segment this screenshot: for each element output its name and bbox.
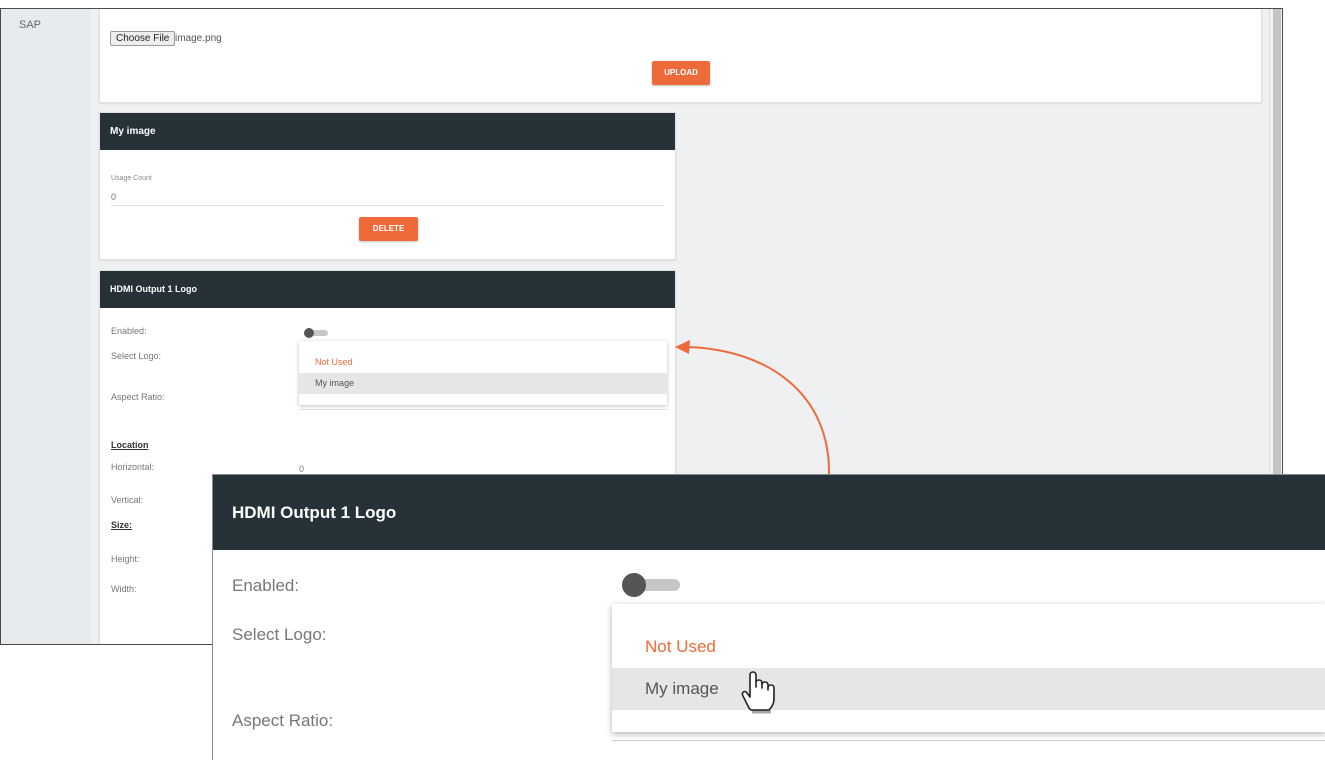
zoom-title: HDMI Output 1 Logo [213,475,1325,550]
choose-file-button[interactable]: Choose File [110,31,176,46]
my-image-title: My image [100,113,675,150]
enabled-label: Enabled: [111,326,147,336]
zoom-option-my-image[interactable]: My image [612,668,1325,710]
zoom-select-logo-dropdown[interactable]: Not Used My image [612,604,1325,732]
my-image-card: My image Usage Count 0 DELETE [99,112,676,260]
width-label: Width: [111,584,137,594]
zoom-enabled-toggle[interactable] [622,573,682,597]
select-logo-dropdown[interactable]: Not Used My image [299,341,667,405]
vertical-label: Vertical: [111,495,144,505]
zoom-panel: HDMI Output 1 Logo Enabled: Select Logo:… [212,474,1325,760]
usage-count-label: Usage Count [111,175,152,182]
upload-button[interactable]: UPLOAD [652,61,710,85]
hdmi-logo-title: HDMI Output 1 Logo [100,271,675,308]
usage-divider [111,205,664,206]
upload-card: Choose File image.png UPLOAD [99,9,1262,103]
select-logo-label: Select Logo: [111,351,162,361]
zoom-aspect-ratio-label: Aspect Ratio: [232,711,334,730]
zoom-toggle-knob [622,573,646,597]
height-label: Height: [111,554,140,564]
size-heading: Size: [111,520,133,530]
option-my-image[interactable]: My image [299,373,667,394]
enabled-toggle[interactable] [304,328,328,338]
zoom-select-logo-label: Select Logo: [232,625,327,644]
zoom-option-not-used[interactable]: Not Used [612,626,1325,668]
option-not-used[interactable]: Not Used [299,352,667,373]
aspect-ratio-label: Aspect Ratio: [111,392,165,402]
file-name: image.png [175,33,222,44]
usage-count-value: 0 [111,192,117,202]
location-heading: Location [111,440,149,450]
zoom-aspect-ratio-underline [612,740,1325,741]
toggle-knob [304,328,314,338]
sidebar-item-sap[interactable]: SAP [19,19,41,31]
sidebar: SAP [1,9,91,644]
zoom-enabled-label: Enabled: [232,576,300,595]
delete-button[interactable]: DELETE [359,217,418,241]
aspect-ratio-underline [299,409,667,410]
page: SAP Choose File image.png UPLOAD My imag… [0,0,1325,760]
hand-pointer-icon [741,671,775,714]
horizontal-label: Horizontal: [111,462,155,472]
horizontal-value[interactable]: 0 [299,464,304,474]
